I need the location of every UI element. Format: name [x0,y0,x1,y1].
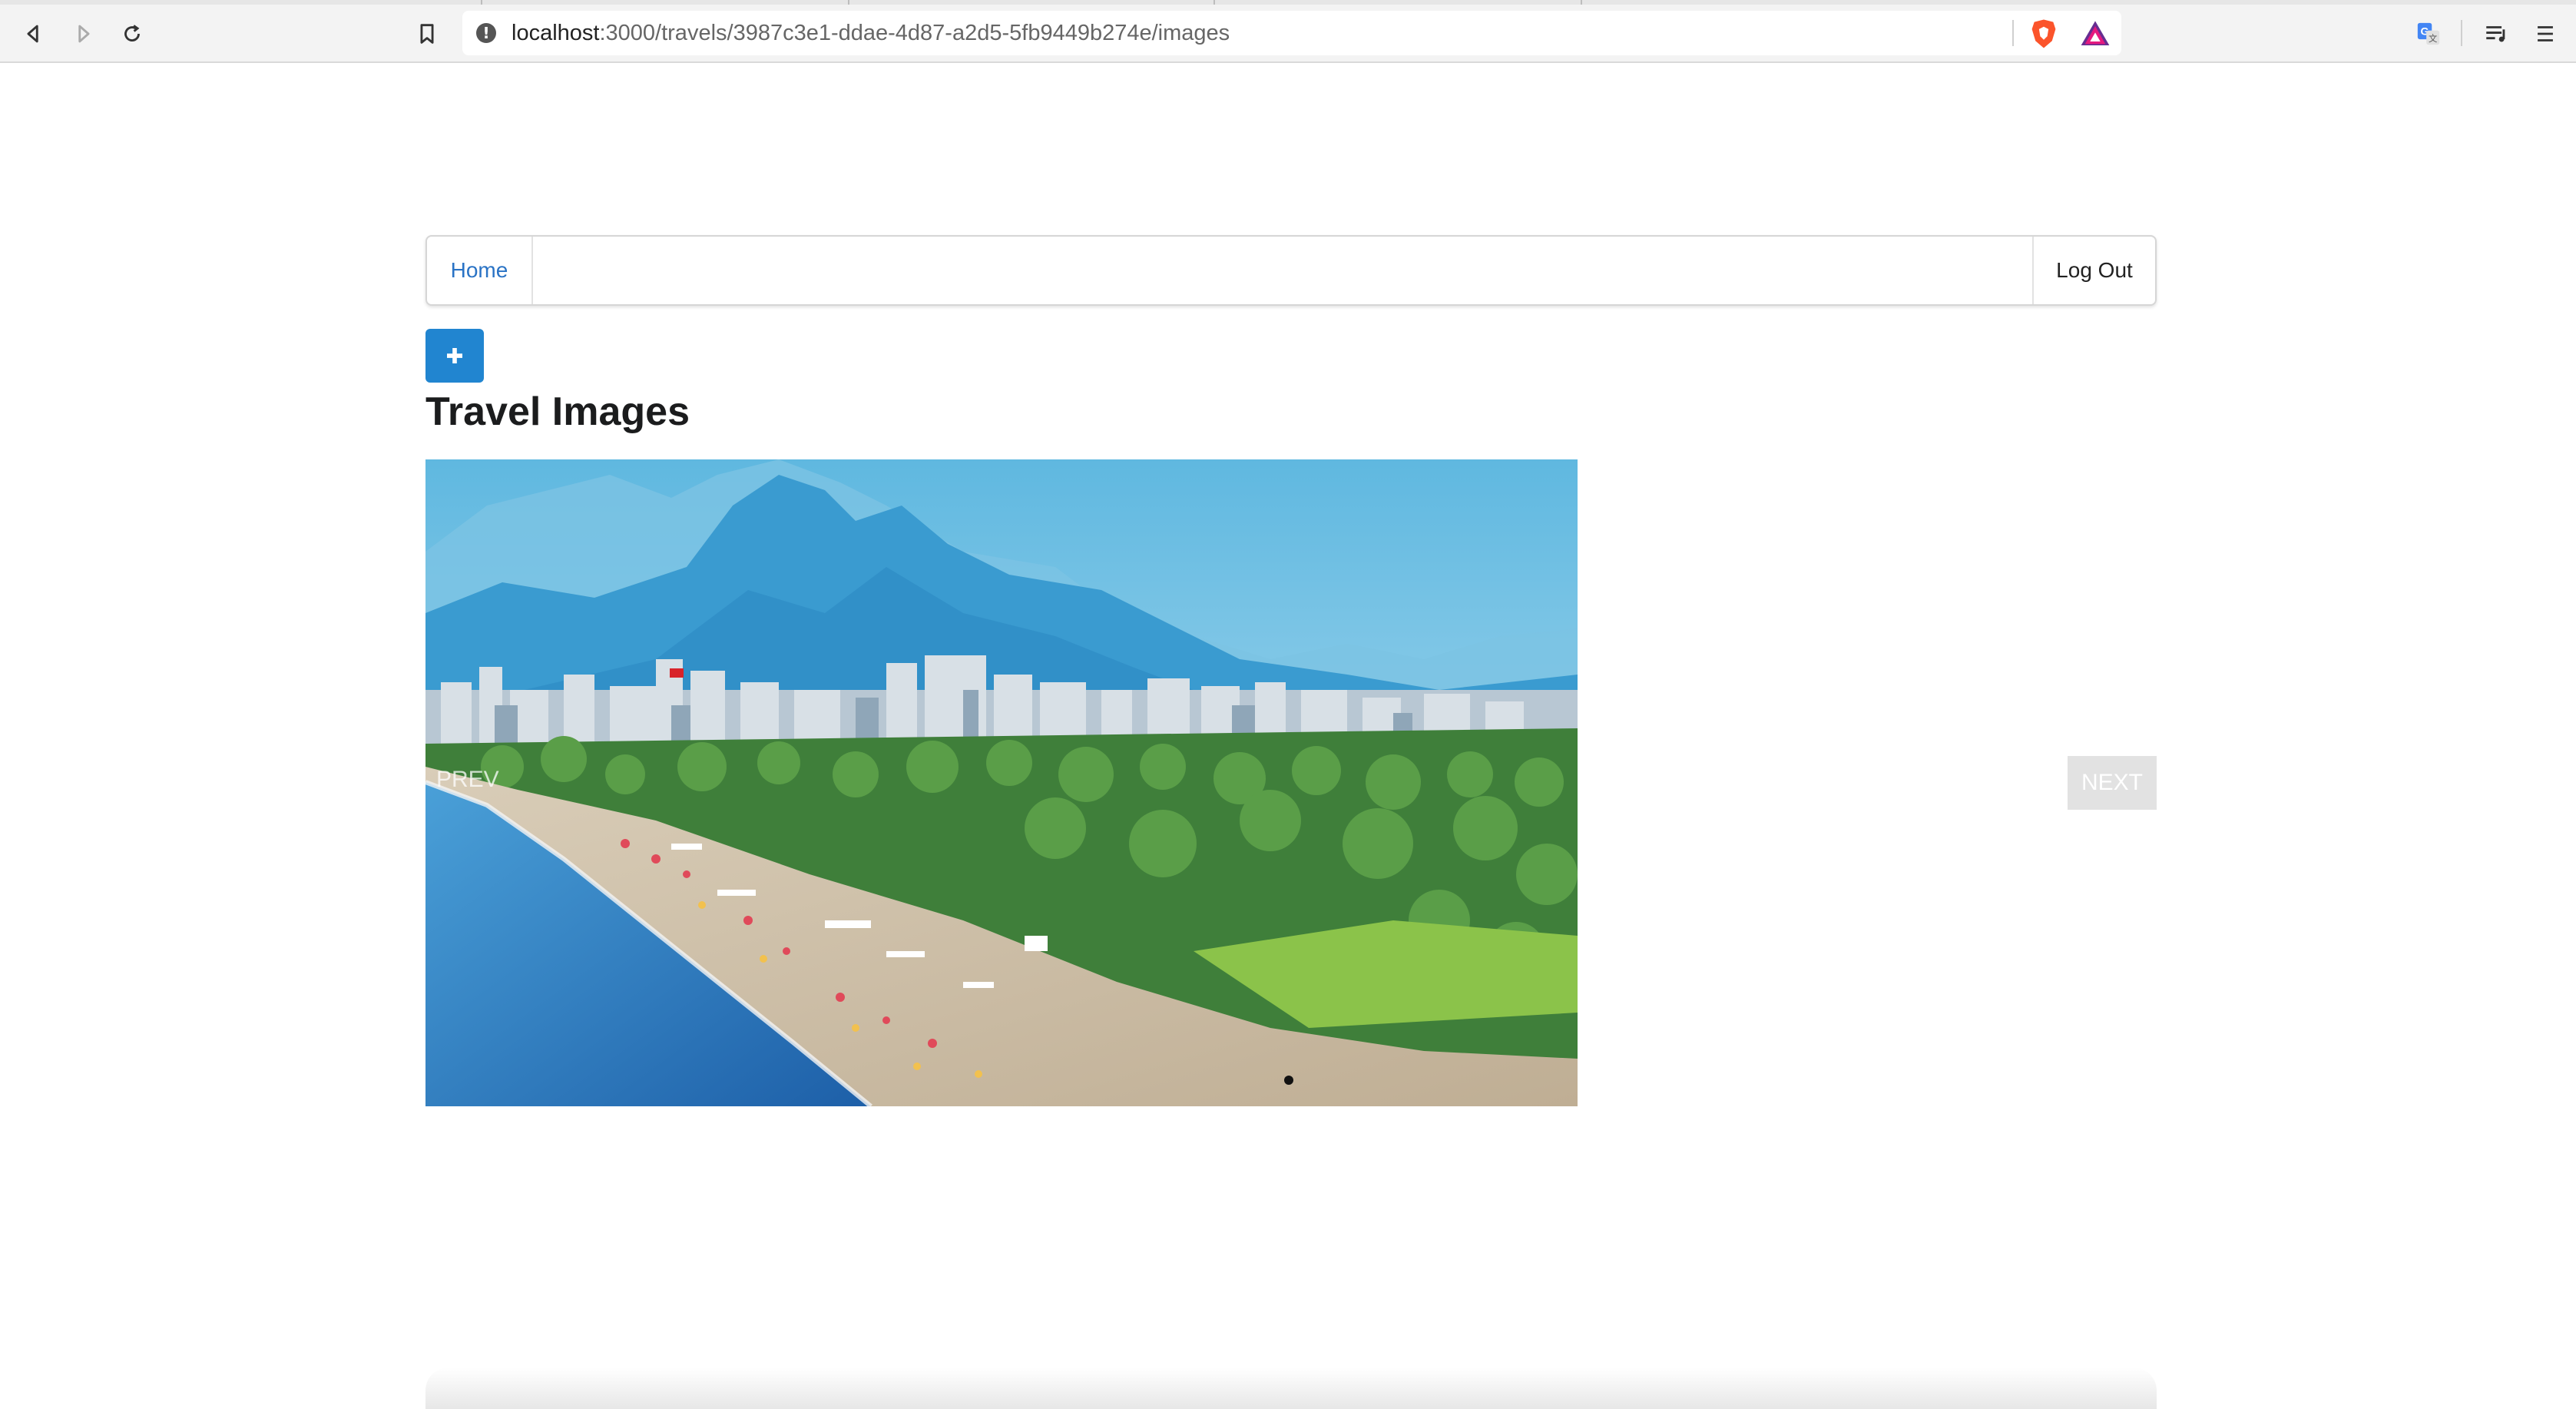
plus-icon [447,348,462,363]
browser-toolbar: ! localhost:3000/travels/3987c3e1-ddae-4… [0,0,2576,63]
image-carousel: PREV NEXT [425,459,2157,1106]
tab-separator [481,0,482,5]
translate-button[interactable]: G 文 [2412,17,2445,51]
carousel-dots [1284,1076,1293,1085]
back-button[interactable] [17,17,51,51]
url-path: :3000/travels/3987c3e1-ddae-4d87-a2d5-5f… [599,21,1230,45]
travel-photo [425,459,1578,1106]
beach-city-image [425,459,1578,1106]
bookmark-icon [420,24,434,44]
back-icon [27,25,38,43]
forward-button[interactable] [66,17,100,51]
reload-icon [124,25,140,41]
brave-rewards-icon[interactable] [2080,18,2111,49]
logout-button[interactable]: Log Out [2032,237,2155,304]
tab-strip [0,0,2576,5]
menu-button[interactable] [2528,17,2562,51]
top-menu: Home Log Out [425,235,2157,306]
playlist-icon [2486,26,2505,42]
add-image-button[interactable] [425,329,484,383]
menu-icon [2538,26,2553,41]
bookmark-button[interactable] [410,17,444,51]
translate-icon: G 文 [2417,22,2440,45]
page-title: Travel Images [425,390,690,434]
toolbar-separator [2461,20,2462,46]
tab-separator [1214,0,1215,5]
forward-icon [78,25,90,43]
prev-button[interactable]: PREV [436,767,499,793]
playlist-button[interactable] [2479,17,2513,51]
url-host: localhost [512,21,600,45]
svg-text:文: 文 [2429,33,2437,44]
brave-shields-icon[interactable] [2029,18,2058,49]
site-info-icon[interactable]: ! [476,23,496,43]
tab-separator [1581,0,1582,5]
next-button[interactable]: NEXT [2068,756,2157,810]
address-bar[interactable]: ! localhost:3000/travels/3987c3e1-ddae-4… [462,11,2121,55]
url-divider [2012,20,2014,46]
url-text[interactable]: localhost:3000/travels/3987c3e1-ddae-4d8… [512,21,1230,46]
footer-shadow [425,1368,2157,1409]
tab-separator [848,0,849,5]
home-link[interactable]: Home [427,237,533,304]
carousel-dot-active[interactable] [1284,1076,1293,1085]
reload-button[interactable] [115,17,149,51]
